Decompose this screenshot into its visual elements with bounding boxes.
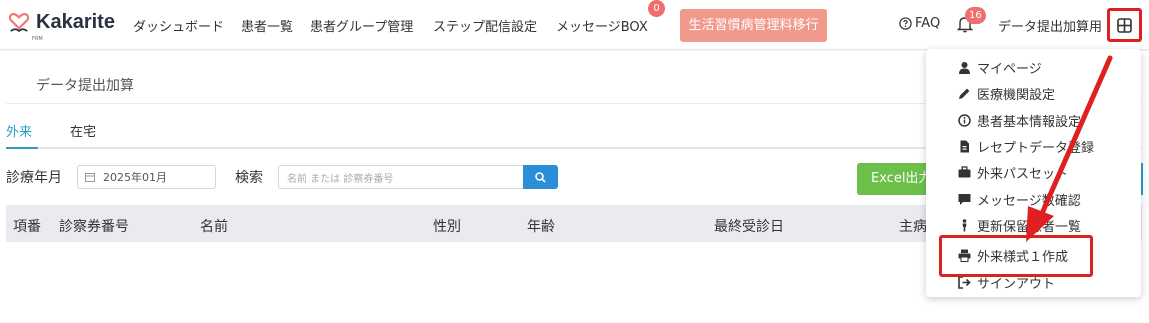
- logo[interactable]: Kakarite FRM: [8, 10, 115, 42]
- tab-home-care[interactable]: 在宅: [70, 121, 96, 140]
- person-icon: [962, 219, 967, 232]
- menu-item-facility-settings[interactable]: 医療機関設定: [958, 84, 1055, 103]
- nav-patient-group[interactable]: 患者グループ管理: [310, 16, 413, 35]
- message-box-badge: 0: [648, 0, 665, 17]
- top-bar: Kakarite FRM ダッシュボード 患者一覧 患者グループ管理 ステップ配…: [0, 0, 1149, 50]
- menu-label-receipt-data: レセプトデータ登録: [977, 141, 1095, 156]
- th-main-disease: 主病: [899, 219, 927, 235]
- menu-label-outpatient-pathset: 外来パスセット: [977, 167, 1069, 182]
- th-last-visit: 最終受診日: [714, 219, 784, 235]
- brand-name: Kakarite: [36, 11, 115, 33]
- menu-label-facility-settings: 医療機関設定: [977, 88, 1056, 103]
- nav-step-delivery[interactable]: ステップ配信設定: [433, 16, 537, 35]
- search-placeholder: 名前 または 診察券番号: [287, 173, 394, 185]
- brand-sub: FRM: [32, 36, 43, 42]
- comment-icon: [958, 194, 971, 205]
- heart-logo-icon: [8, 13, 30, 32]
- info-icon: [958, 114, 971, 127]
- calendar-icon: [85, 173, 95, 182]
- pencil-icon: [959, 88, 970, 99]
- date-input[interactable]: 2025年01月: [77, 165, 216, 189]
- search-label: 検索: [235, 170, 263, 186]
- search-button[interactable]: [523, 165, 558, 189]
- grid-icon: [1117, 17, 1132, 33]
- notification-badge: 16: [965, 7, 986, 24]
- menu-label-pending-patients: 更新保留患者一覧: [977, 220, 1082, 235]
- menu-label-message-count: メッセージ数確認: [977, 194, 1081, 209]
- menu-item-mypage[interactable]: マイページ: [958, 58, 1042, 77]
- th-age: 年齢: [527, 219, 555, 235]
- menu-label-mypage: マイページ: [977, 62, 1042, 77]
- nav-patient-list[interactable]: 患者一覧: [241, 16, 293, 35]
- th-number: 項番: [13, 219, 41, 235]
- menu-item-receipt-data[interactable]: レセプトデータ登録: [958, 137, 1094, 156]
- question-circle-icon: [899, 17, 912, 30]
- page-title: データ提出加算: [36, 78, 134, 94]
- nav-dashboard[interactable]: ダッシュボード: [133, 16, 224, 35]
- briefcase-icon: [958, 166, 971, 178]
- tab-active-indicator: [6, 147, 38, 149]
- user-name[interactable]: データ提出加算用: [998, 16, 1102, 35]
- highlight-box: [939, 235, 1093, 277]
- tab-outpatient[interactable]: 外来: [6, 121, 32, 140]
- nav-message-box[interactable]: メッセージBOX: [556, 16, 648, 35]
- date-label: 診療年月: [6, 170, 62, 186]
- menu-grid-button[interactable]: [1107, 8, 1142, 42]
- th-card-number: 診察券番号: [59, 219, 129, 235]
- faq-link[interactable]: FAQ: [899, 16, 940, 31]
- menu-item-outpatient-pathset[interactable]: 外来パスセット: [958, 163, 1068, 182]
- signout-icon: [958, 276, 971, 289]
- menu-item-patient-info-settings[interactable]: 患者基本情報設定: [958, 111, 1081, 130]
- faq-label: FAQ: [915, 16, 941, 31]
- date-value: 2025年01月: [103, 171, 167, 184]
- file-icon: [960, 140, 969, 153]
- menu-item-message-count[interactable]: メッセージ数確認: [958, 190, 1081, 209]
- th-name: 名前: [200, 219, 228, 235]
- menu-item-pending-patients[interactable]: 更新保留患者一覧: [958, 216, 1081, 235]
- search-icon: [535, 171, 546, 183]
- seikatsu-migration-button[interactable]: 生活習慣病管理料移行: [680, 9, 827, 42]
- th-gender: 性別: [433, 219, 461, 235]
- search-input[interactable]: 名前 または 診察券番号: [278, 165, 524, 189]
- user-icon: [959, 62, 970, 74]
- menu-label-patient-info-settings: 患者基本情報設定: [977, 115, 1082, 130]
